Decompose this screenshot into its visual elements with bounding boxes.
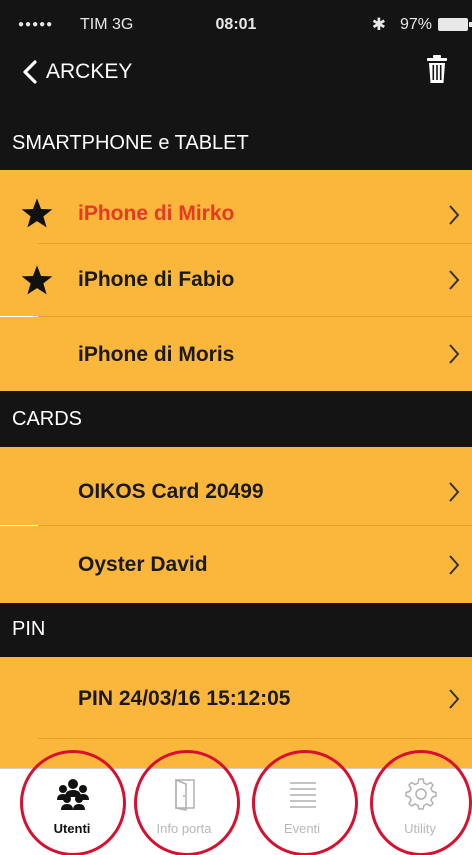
tab-label: Utenti bbox=[53, 821, 91, 836]
tab-label: Eventi bbox=[283, 821, 321, 836]
battery-percentage: 97% bbox=[399, 16, 432, 33]
section-title: SMARTPHONE e TABLET bbox=[12, 132, 249, 154]
list-item-label: iPhone di Moris bbox=[78, 343, 235, 366]
gear-icon bbox=[405, 778, 437, 810]
section-title: CARDS bbox=[12, 408, 83, 430]
tab-info-porta[interactable]: Info porta bbox=[136, 769, 232, 855]
chevron-right-icon bbox=[449, 205, 460, 225]
list-item-iphone-fabio[interactable]: iPhone di Fabio bbox=[0, 244, 472, 316]
chevron-right-icon bbox=[449, 689, 460, 709]
tab-bar: Utenti Info porta Eventi Utility bbox=[0, 768, 472, 855]
list-item-label: PIN 24/03/16 15:12:05 bbox=[78, 687, 291, 710]
list-item-label: OIKOS Card 20499 bbox=[78, 480, 264, 503]
list-item-oikos-card[interactable]: OIKOS Card 20499 bbox=[0, 447, 472, 525]
tab-label: Info porta bbox=[156, 821, 212, 836]
tab-utility[interactable]: Utility bbox=[372, 769, 468, 855]
list-item-oyster-david[interactable]: Oyster David bbox=[0, 526, 472, 603]
trash-button[interactable] bbox=[426, 54, 448, 89]
app-screen: ●●●●● TIM 3G 08:01 ✱ 97% ARCKEY SMARTPHO… bbox=[0, 0, 472, 855]
list-item-iphone-moris[interactable]: iPhone di Moris bbox=[0, 317, 472, 391]
star-icon bbox=[21, 198, 53, 228]
status-bar: ●●●●● TIM 3G 08:01 ✱ 97% bbox=[0, 15, 472, 39]
section-header-smartphone-tablet: SMARTPHONE e TABLET bbox=[0, 120, 472, 170]
users-icon bbox=[57, 779, 89, 810]
back-label: ARCKEY bbox=[46, 60, 133, 83]
list-icon bbox=[290, 782, 316, 808]
chevron-right-icon bbox=[449, 555, 460, 575]
chevron-right-icon bbox=[449, 482, 460, 502]
bluetooth-icon: ✱ bbox=[371, 15, 386, 34]
tab-eventi[interactable]: Eventi bbox=[254, 769, 350, 855]
section-title: PIN bbox=[12, 618, 46, 640]
tab-label: Utility bbox=[404, 821, 436, 836]
list-item-label: iPhone di Fabio bbox=[78, 268, 235, 291]
trash-icon bbox=[427, 55, 447, 83]
section-header-pin: PIN bbox=[0, 603, 472, 657]
list-item-label: Oyster David bbox=[78, 553, 208, 576]
tab-utenti[interactable]: Utenti bbox=[24, 769, 120, 855]
navigation-bar: ARCKEY bbox=[0, 52, 472, 92]
top-bar: ●●●●● TIM 3G 08:01 ✱ 97% ARCKEY bbox=[0, 0, 472, 120]
list-item-pin[interactable]: PIN 24/03/16 15:12:05 bbox=[0, 657, 472, 768]
chevron-right-icon bbox=[449, 270, 460, 290]
chevron-left-icon bbox=[23, 60, 37, 84]
row-divider bbox=[38, 738, 472, 739]
door-icon bbox=[175, 778, 195, 811]
battery-icon bbox=[438, 18, 472, 31]
list-item-label: iPhone di Mirko bbox=[78, 202, 235, 225]
star-icon bbox=[21, 265, 53, 295]
section-header-cards: CARDS bbox=[0, 391, 472, 447]
chevron-right-icon bbox=[449, 344, 460, 364]
